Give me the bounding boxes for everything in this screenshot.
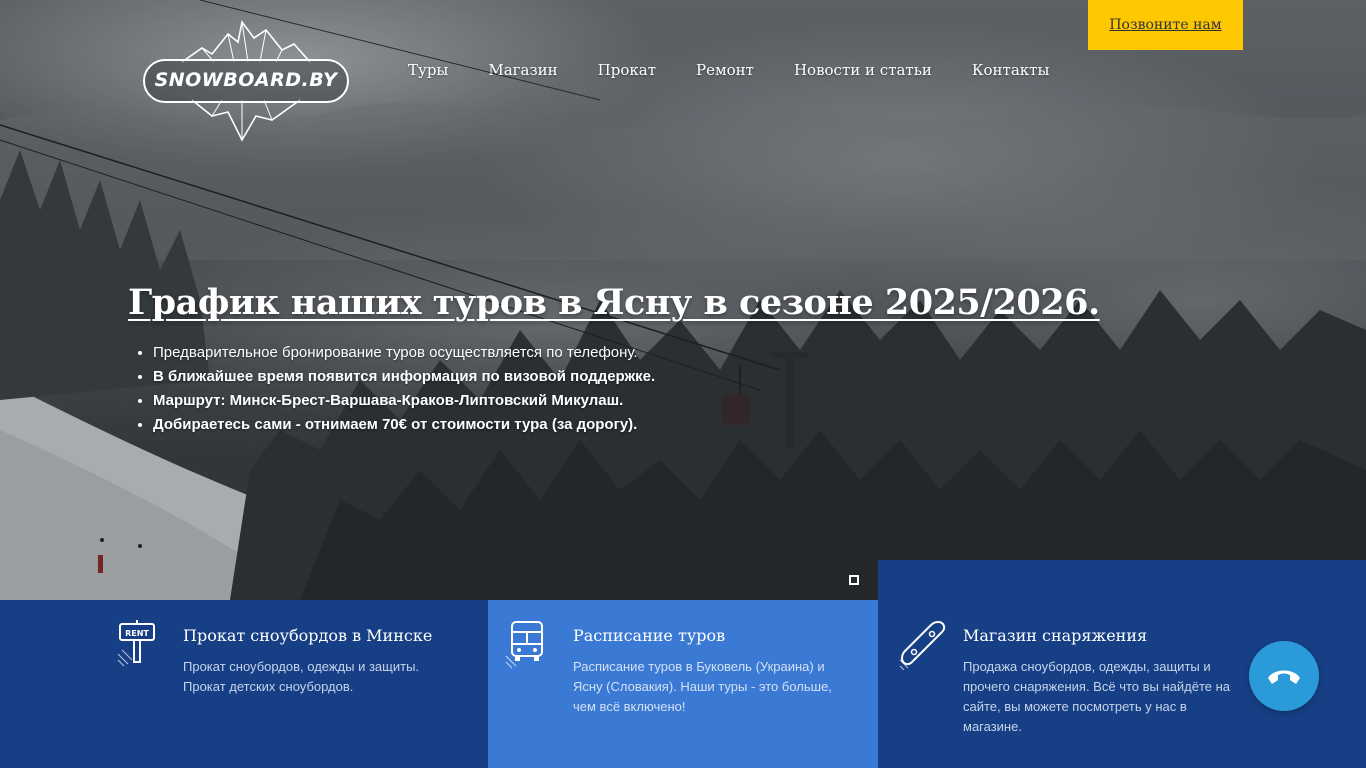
callback-phone-button[interactable] (1249, 641, 1319, 711)
feature-rental[interactable]: RENT Прокат сноубордов в Минске Прокат с… (0, 600, 488, 768)
feature-schedule[interactable]: Расписание туров Расписание туров в Буко… (488, 600, 878, 768)
nav-item-contacts[interactable]: Контакты (972, 61, 1050, 79)
logo-text: SNOWBOARD.BY (154, 69, 338, 91)
call-us-label: Позвоните нам (1109, 17, 1222, 33)
feature-title: Магазин снаряжения (963, 626, 1148, 645)
phone-handset-icon (1268, 670, 1300, 684)
bus-icon (505, 621, 543, 669)
list-item: Предварительное бронирование туров осуще… (153, 341, 655, 365)
main-nav: Туры Магазин Прокат Ремонт Новости и ста… (408, 61, 1089, 79)
list-item: В ближайшее время появится информация по… (153, 365, 655, 389)
nav-item-repair[interactable]: Ремонт (696, 61, 754, 79)
nav-item-shop[interactable]: Магазин (488, 61, 557, 79)
call-us-button[interactable]: Позвоните нам (1088, 0, 1243, 50)
feature-title: Прокат сноубордов в Минске (183, 626, 433, 645)
rent-sign-icon: RENT (117, 620, 155, 667)
feature-description: Продажа сноубордов, одежды, защиты и про… (963, 659, 1231, 734)
features-strip: RENT Прокат сноубордов в Минске Прокат с… (0, 560, 1366, 768)
snowboard-icon (899, 620, 946, 670)
feature-title: Расписание туров (573, 626, 726, 645)
feature-description: Прокат сноубордов, одежды и защиты. Прок… (183, 659, 420, 694)
nav-item-rental[interactable]: Прокат (598, 61, 656, 79)
site-logo[interactable]: SNOWBOARD.BY (142, 20, 350, 142)
list-item: Маршрут: Минск-Брест-Варшава-Краков-Липт… (153, 389, 655, 413)
feature-description: Расписание туров в Буковель (Украина) и … (573, 659, 832, 714)
nav-item-news[interactable]: Новости и статьи (794, 61, 932, 79)
svg-text:RENT: RENT (125, 629, 149, 638)
list-item: Добираетесь сами - отнимаем 70€ от стоим… (153, 413, 655, 437)
slider-pager-dot[interactable] (849, 575, 859, 585)
slide-title-link[interactable]: График наших туров в Ясну в сезоне 2025/… (128, 282, 1100, 323)
slide-bullet-list: Предварительное бронирование туров осуще… (153, 341, 655, 437)
nav-item-tours[interactable]: Туры (408, 61, 448, 79)
